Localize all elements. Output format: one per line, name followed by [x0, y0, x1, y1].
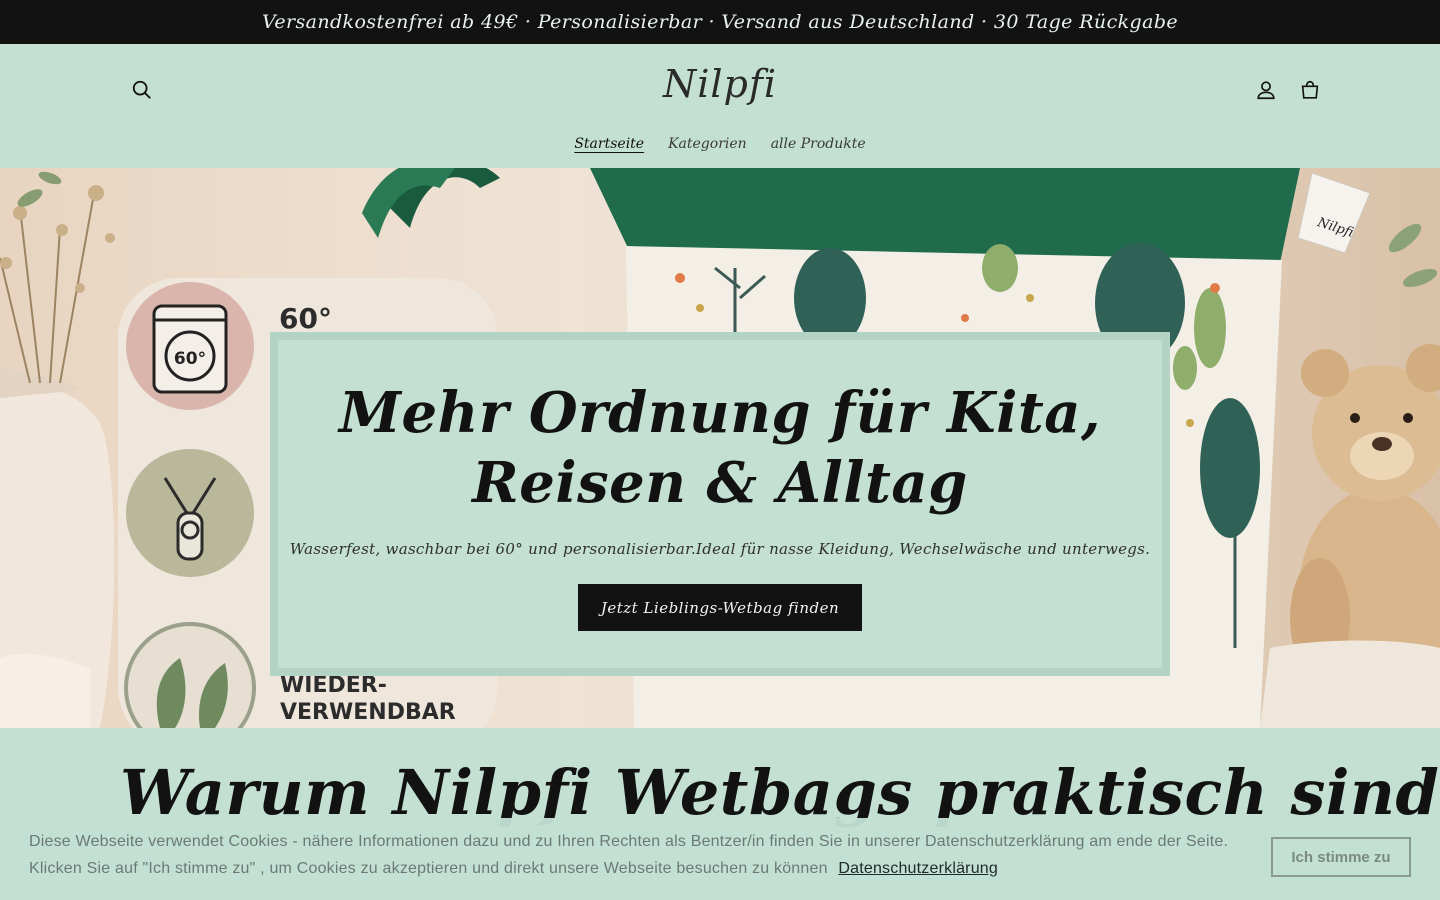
announcement-text: Versandkostenfrei ab 49€ · Personalisier… — [261, 11, 1179, 33]
cookie-banner: Diese Webseite verwendet Cookies - näher… — [0, 818, 1440, 900]
cart-icon — [1301, 81, 1319, 99]
cookie-accept-button[interactable]: Ich stimme zu — [1271, 837, 1411, 877]
announcement-bar: Versandkostenfrei ab 49€ · Personalisier… — [0, 0, 1440, 44]
main-nav: Startseite Kategorien alle Produkte — [0, 136, 1440, 152]
nav-item-startseite[interactable]: Startseite — [574, 136, 644, 152]
cookie-text: Diese Webseite verwendet Cookies - näher… — [29, 833, 1229, 877]
temp-badge-text: 60° — [174, 349, 206, 369]
cart-button[interactable] — [1290, 70, 1330, 110]
temp-label: 60° — [279, 302, 332, 335]
reusable-label-2: VERWENDBAR — [280, 700, 456, 725]
cookie-message: Diese Webseite verwendet Cookies - näher… — [29, 828, 1259, 882]
privacy-policy-link[interactable]: Datenschutzerklärung — [838, 860, 998, 877]
nav-item-kategorien[interactable]: Kategorien — [668, 136, 747, 152]
account-button[interactable] — [1246, 70, 1286, 110]
nav-item-alle-produkte[interactable]: alle Produkte — [771, 136, 866, 152]
hero-subtitle: Wasserfest, waschbar bei 60° und persona… — [289, 540, 1151, 558]
hero-banner: 60° 60° WIEDER- VERWENDBAR Nilpfi Mehr O… — [0, 168, 1440, 728]
site-header: Nilpfi Startseite Kategorien alle Produk… — [0, 44, 1440, 168]
account-icon — [1257, 81, 1275, 100]
reusable-label-1: WIEDER- — [280, 673, 387, 698]
site-logo[interactable]: Nilpfi — [0, 62, 1440, 106]
hero-cta-button[interactable]: Jetzt Lieblings-Wetbag finden — [578, 584, 862, 631]
hero-content-card: Mehr Ordnung für Kita, Reisen & Alltag W… — [270, 332, 1170, 676]
hero-title: Mehr Ordnung für Kita, Reisen & Alltag — [339, 380, 1101, 516]
